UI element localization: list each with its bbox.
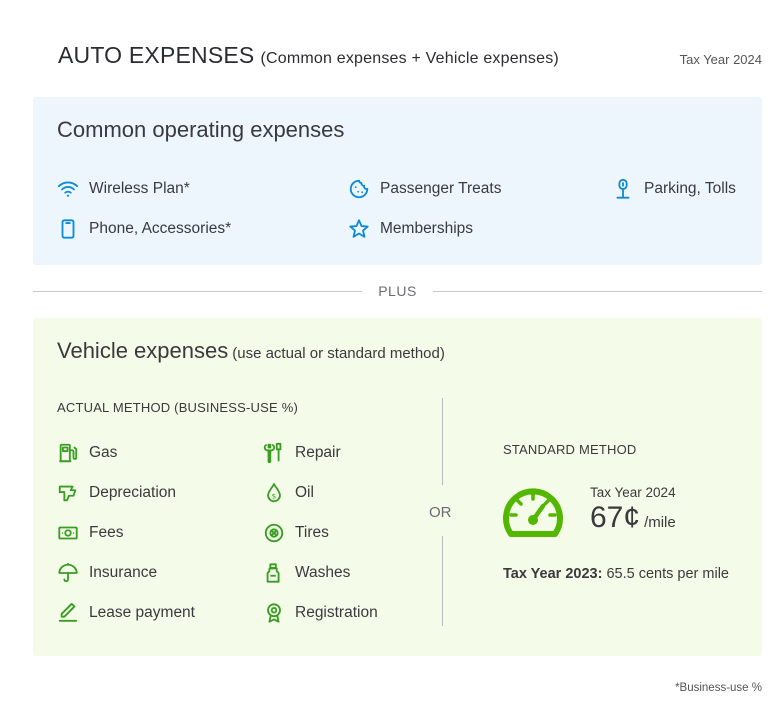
common-item-label: Wireless Plan*	[89, 180, 190, 197]
oil-drop-icon: $	[263, 482, 285, 504]
previous-year-label: Tax Year 2023:	[503, 566, 603, 582]
common-item-treats: Passenger Treats	[348, 177, 501, 201]
svg-text:$: $	[272, 492, 277, 501]
vehicle-heading-text: Vehicle expenses	[57, 338, 229, 363]
wifi-icon	[57, 178, 79, 200]
depreciation-icon	[57, 482, 79, 504]
vehicle-item-lease: Lease payment	[57, 601, 195, 625]
cookie-icon	[348, 178, 370, 200]
vehicle-item-label: Registration	[295, 604, 378, 621]
or-label: OR	[429, 504, 452, 521]
tax-year-label: Tax Year 2024	[679, 52, 762, 67]
previous-year-rate: Tax Year 2023: 65.5 cents per mile	[503, 566, 729, 582]
award-icon	[263, 602, 285, 624]
vehicle-item-label: Fees	[89, 524, 124, 541]
vehicle-item-tires: Tires	[263, 521, 329, 545]
rate-year-label: Tax Year 2024	[590, 485, 676, 500]
vehicle-expenses-section: Vehicle expenses (use actual or standard …	[33, 318, 762, 656]
vehicle-item-registration: Registration	[263, 601, 378, 625]
plus-separator: PLUS	[33, 282, 762, 302]
spray-bottle-icon	[263, 562, 285, 584]
common-item-label: Passenger Treats	[380, 180, 502, 197]
vehicle-item-label: Repair	[295, 444, 341, 461]
vehicle-item-washes: Washes	[263, 561, 350, 585]
parking-meter-icon	[612, 178, 634, 200]
vehicle-subheading: (use actual or standard method)	[232, 345, 445, 362]
vehicle-item-insurance: Insurance	[57, 561, 157, 585]
common-item-label: Parking, Tolls	[644, 180, 736, 197]
common-expenses-heading: Common operating expenses	[57, 117, 345, 142]
common-item-label: Memberships	[380, 220, 474, 237]
common-item-memberships: Memberships	[348, 217, 473, 241]
vehicle-item-label: Insurance	[89, 564, 158, 581]
vehicle-item-label: Gas	[89, 444, 118, 461]
vehicle-item-label: Oil	[295, 484, 314, 501]
vehicle-item-gas: Gas	[57, 441, 117, 465]
page-subtitle: (Common expenses + Vehicle expenses)	[260, 50, 559, 67]
rate-unit: /mile	[644, 514, 676, 531]
standard-method-label: STANDARD METHOD	[503, 442, 637, 457]
phone-icon	[57, 218, 79, 240]
vehicle-expenses-heading: Vehicle expenses (use actual or standard …	[57, 338, 445, 364]
common-item-phone: Phone, Accessories*	[57, 217, 231, 241]
footnote: *Business-use %	[675, 682, 762, 694]
tire-icon	[263, 522, 285, 544]
common-item-parking: Parking, Tolls	[612, 177, 736, 201]
common-expenses-section: Common operating expenses Wireless Plan*…	[33, 97, 762, 265]
previous-year-value: 65.5 cents per mile	[606, 566, 729, 582]
vehicle-item-repair: Repair	[263, 441, 341, 465]
vehicle-item-fees: Fees	[57, 521, 123, 545]
umbrella-icon	[57, 562, 79, 584]
wrench-icon	[263, 442, 285, 464]
header: AUTO EXPENSES (Common expenses + Vehicle …	[58, 42, 762, 72]
rate-value: 67¢	[590, 501, 641, 534]
actual-method-label: ACTUAL METHOD (BUSINESS-USE %)	[57, 400, 298, 415]
mileage-rate: 67¢/mile	[590, 501, 676, 535]
page-title: AUTO EXPENSES (Common expenses + Vehicle …	[58, 42, 559, 69]
vehicle-item-label: Tires	[295, 524, 329, 541]
money-icon	[57, 522, 79, 544]
vehicle-item-label: Lease payment	[89, 604, 195, 621]
or-divider-bottom	[442, 536, 443, 626]
gas-pump-icon	[57, 442, 79, 464]
signature-icon	[57, 602, 79, 624]
separator-line-right	[433, 291, 762, 292]
star-icon	[348, 218, 370, 240]
speedometer-icon	[503, 488, 563, 537]
vehicle-item-oil: $ Oil	[263, 481, 314, 505]
or-divider-top	[442, 398, 443, 485]
vehicle-item-depreciation: Depreciation	[57, 481, 176, 505]
title-text: AUTO EXPENSES	[58, 42, 255, 68]
vehicle-item-label: Washes	[295, 564, 351, 581]
common-item-wireless: Wireless Plan*	[57, 177, 190, 201]
vehicle-item-label: Depreciation	[89, 484, 177, 501]
common-item-label: Phone, Accessories*	[89, 220, 232, 237]
